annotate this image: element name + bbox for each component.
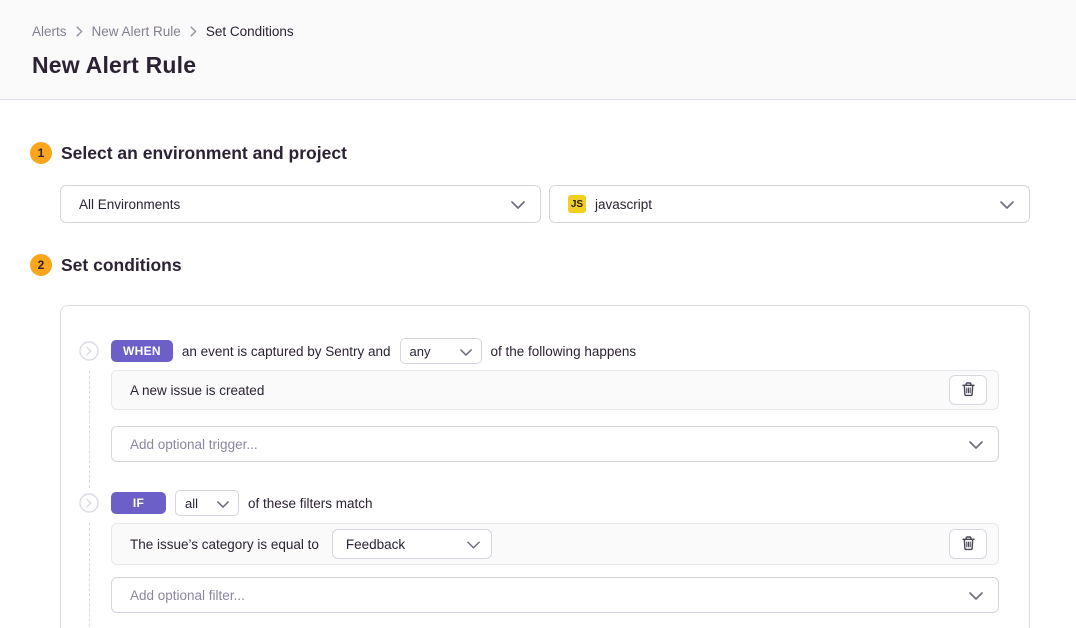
page-header: Alerts New Alert Rule Set Conditions New… (0, 0, 1076, 100)
when-lead: WHEN an event is captured by Sentry and … (111, 339, 999, 363)
when-text-before: an event is captured by Sentry and (182, 344, 391, 359)
when-match-select[interactable]: any (400, 338, 482, 364)
chevron-down-icon (511, 197, 525, 212)
filter-condition-label: The issue’s category is equal to (130, 537, 319, 552)
chevron-down-icon (467, 537, 480, 552)
breadcrumb-new-alert-rule[interactable]: New Alert Rule (92, 24, 181, 39)
if-step: IF all of these filters match The issue’… (61, 491, 999, 613)
step-number-badge: 2 (30, 254, 52, 276)
when-step: WHEN an event is captured by Sentry and … (61, 339, 999, 462)
chevron-down-icon (969, 588, 983, 603)
when-badge: WHEN (111, 340, 173, 362)
filter-category-select[interactable]: Feedback (332, 529, 492, 559)
if-match-value: all (185, 496, 198, 511)
when-text-after: of the following happens (491, 344, 637, 359)
if-match-select[interactable]: all (175, 490, 239, 516)
environment-select[interactable]: All Environments (60, 185, 541, 223)
environment-project-row: All Environments JS javascript (60, 185, 1030, 223)
add-optional-filter-placeholder: Add optional filter... (130, 588, 245, 603)
if-lead: IF all of these filters match (111, 491, 999, 515)
breadcrumb-alerts[interactable]: Alerts (32, 24, 67, 39)
main-content: 1 Select an environment and project All … (0, 100, 1076, 628)
filter-category-value: Feedback (346, 537, 405, 552)
filter-condition-row: The issue’s category is equal to Feedbac… (111, 523, 999, 565)
when-match-value: any (410, 344, 431, 359)
trash-icon (961, 535, 976, 554)
trigger-condition-row: A new issue is created (111, 370, 999, 410)
project-select-value: javascript (595, 197, 1000, 212)
section-environment-header: 1 Select an environment and project (30, 142, 1076, 164)
section-environment-heading: Select an environment and project (61, 143, 347, 164)
chevron-down-icon (217, 496, 229, 511)
add-optional-trigger-select[interactable]: Add optional trigger... (111, 426, 999, 462)
add-optional-trigger-placeholder: Add optional trigger... (130, 437, 258, 452)
trash-icon (961, 381, 976, 400)
step-number-badge: 1 (30, 142, 52, 164)
section-conditions-heading: Set conditions (61, 255, 182, 276)
js-platform-icon: JS (568, 195, 586, 213)
if-text-after: of these filters match (248, 496, 373, 511)
chevron-right-icon (76, 26, 83, 37)
breadcrumb-set-conditions: Set Conditions (206, 24, 294, 39)
conditions-card: WHEN an event is captured by Sentry and … (60, 305, 1030, 628)
page-title: New Alert Rule (32, 52, 1044, 79)
chevron-down-icon (460, 344, 472, 359)
circle-chevron-icon (79, 341, 99, 361)
if-badge: IF (111, 492, 166, 514)
chevron-down-icon (1000, 197, 1014, 212)
trigger-condition-label: A new issue is created (130, 383, 264, 398)
chevron-down-icon (969, 437, 983, 452)
section-conditions-header: 2 Set conditions (30, 254, 1076, 276)
chevron-right-icon (190, 26, 197, 37)
circle-chevron-icon (79, 493, 99, 513)
breadcrumb: Alerts New Alert Rule Set Conditions (32, 24, 1044, 39)
environment-select-value: All Environments (79, 197, 511, 212)
delete-trigger-button[interactable] (949, 375, 987, 405)
project-select[interactable]: JS javascript (549, 185, 1030, 223)
delete-filter-button[interactable] (949, 529, 987, 559)
add-optional-filter-select[interactable]: Add optional filter... (111, 577, 999, 613)
